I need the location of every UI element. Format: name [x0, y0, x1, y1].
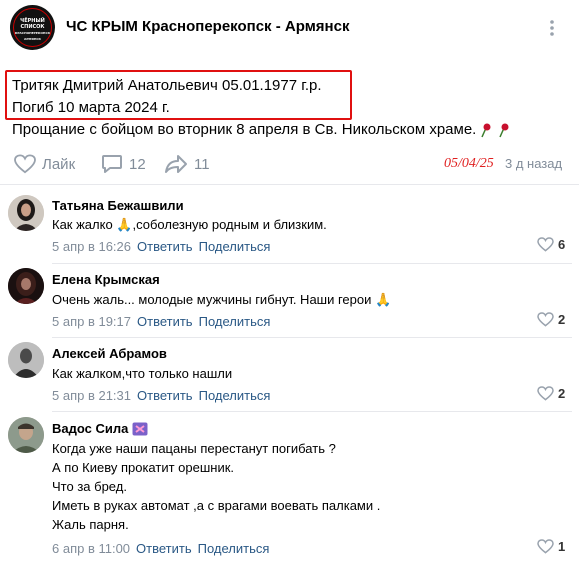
post-time-ago[interactable]: 3 д назад	[505, 156, 562, 171]
share-comment-button[interactable]: Поделиться	[199, 314, 271, 329]
comment-like-button[interactable]: 2	[537, 312, 565, 327]
comment-like-count: 2	[558, 312, 566, 327]
comments-count: 12	[129, 155, 146, 173]
comment-date[interactable]: 5 апр в 19:17	[52, 314, 131, 329]
comment-like-button[interactable]: 2	[537, 386, 565, 401]
heart-icon	[537, 539, 554, 554]
comment-like-count: 2	[558, 386, 566, 401]
share-icon	[164, 154, 188, 174]
post-text-line-2: Погиб 10 марта 2024 г.	[12, 99, 170, 116]
comment-text-line: А по Киеву прокатит орешник.	[52, 460, 235, 475]
logo-text-line: АРМЯНСК	[24, 37, 41, 41]
reply-button[interactable]: Ответить	[137, 388, 193, 403]
comment-text-line: Когда уже наши пацаны перестанут погибат…	[52, 441, 336, 456]
comment-text: Очень жаль... молодые мужчины гибнут. На…	[52, 292, 392, 307]
reply-button[interactable]: Ответить	[137, 239, 193, 254]
comment-like-count: 1	[558, 539, 566, 554]
ellipsis-icon[interactable]	[542, 18, 562, 38]
comment-icon	[101, 154, 123, 174]
comment-text-line: Жаль парня.	[52, 517, 129, 532]
comment-meta: 5 апр в 16:26 Ответить Поделиться	[52, 239, 270, 254]
post-text-line-3-wrap: Прощание с бойцом во вторник 8 апреля в …	[12, 121, 514, 138]
share-comment-button[interactable]: Поделиться	[199, 388, 271, 403]
comment-author[interactable]: Вадос Сила	[52, 421, 128, 436]
avatar[interactable]	[8, 268, 44, 304]
comment-author[interactable]: Алексей Абрамов	[52, 346, 167, 361]
divider	[52, 263, 572, 264]
heart-icon	[14, 154, 36, 174]
divider	[0, 184, 579, 185]
comment-author[interactable]: Елена Крымская	[52, 272, 160, 287]
share-comment-button[interactable]: Поделиться	[199, 239, 271, 254]
comment-text: Как жалком,что только нашли	[52, 366, 233, 381]
comment-text: Когда уже наши пацаны перестанут погибат…	[52, 439, 380, 534]
heart-icon	[537, 312, 554, 327]
comment-like-count: 6	[558, 237, 566, 252]
shares-count: 11	[194, 155, 210, 173]
avatar[interactable]	[8, 342, 44, 378]
logo-text: ЧЁРНЫЙ СПИСОК КРАСНОПЕРЕКОПСК АРМЯНСК	[10, 18, 55, 42]
divider	[52, 411, 572, 412]
heart-icon	[537, 386, 554, 401]
divider	[52, 337, 572, 338]
post-text-line-3: Прощание с бойцом во вторник 8 апреля в …	[12, 121, 477, 138]
reply-button[interactable]: Ответить	[136, 541, 192, 556]
comment-text: Как жалко 🙏,соболезную родным и близким.	[52, 217, 327, 232]
comment-meta: 6 апр в 11:00 Ответить Поделиться	[52, 541, 269, 556]
handwritten-date: 05/04/25	[444, 156, 494, 171]
comment-text-line: Что за бред.	[52, 479, 127, 494]
comment-author-wrap: Вадос Сила	[52, 421, 148, 436]
like-button[interactable]: Лайк	[14, 154, 75, 174]
avatar[interactable]	[8, 417, 44, 453]
comment-author[interactable]: Татьяна Бежашвили	[52, 198, 184, 213]
like-label: Лайк	[42, 155, 76, 173]
comment-text-line: Иметь в руках автомат ,а с врагами воева…	[52, 498, 381, 513]
comment-date[interactable]: 5 апр в 16:26	[52, 239, 131, 254]
post-text-line-1: Тритяк Дмитрий Анатольевич 05.01.1977 г.…	[12, 77, 322, 94]
share-button[interactable]: 11	[164, 154, 210, 174]
comment-meta: 5 апр в 21:31 Ответить Поделиться	[52, 388, 270, 403]
share-comment-button[interactable]: Поделиться	[198, 541, 270, 556]
comment-like-button[interactable]: 6	[537, 237, 565, 252]
group-name[interactable]: ЧС КРЫМ Красноперекопск - Армянск	[66, 18, 349, 35]
reply-button[interactable]: Ответить	[137, 314, 193, 329]
avatar[interactable]	[8, 195, 44, 231]
comment-meta: 5 апр в 19:17 Ответить Поделиться	[52, 314, 270, 329]
comments-button[interactable]: 12	[101, 154, 146, 174]
rose-icon	[478, 122, 514, 138]
badge-icon	[132, 422, 148, 436]
comment-like-button[interactable]: 1	[537, 539, 565, 554]
heart-icon	[537, 237, 554, 252]
comment-date[interactable]: 5 апр в 21:31	[52, 388, 131, 403]
group-avatar[interactable]: ЧЁРНЫЙ СПИСОК КРАСНОПЕРЕКОПСК АРМЯНСК	[10, 5, 55, 50]
comment-date[interactable]: 6 апр в 11:00	[52, 541, 130, 556]
